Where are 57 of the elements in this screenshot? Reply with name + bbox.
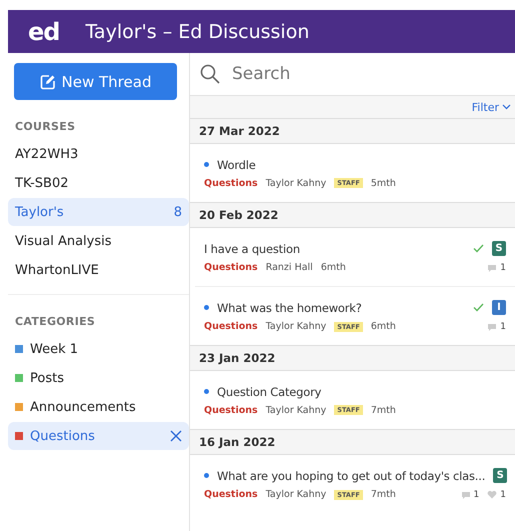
thread-category: Questions	[204, 404, 258, 416]
thread-author: Taylor Kahny	[266, 178, 326, 188]
unread-count: 8	[174, 204, 182, 220]
new-thread-button[interactable]: New Thread	[14, 63, 177, 100]
thread-author: Ranzi Hall	[266, 262, 313, 273]
thread-time: 6mth	[320, 262, 346, 273]
course-item[interactable]: WhartonLIVE	[8, 256, 189, 284]
thread-time: 7mth	[370, 489, 396, 500]
heart-icon	[487, 490, 498, 499]
logo[interactable]: ed	[8, 18, 86, 46]
thread-title: What are you hoping to get out of today's clas...	[217, 468, 486, 482]
comment-count: 1	[500, 322, 506, 332]
search-icon	[200, 64, 220, 84]
thread-title: I have a question	[204, 242, 301, 256]
course-item[interactable]: AY22WH3	[8, 140, 189, 168]
close-icon[interactable]	[170, 430, 182, 442]
like-count: 1	[500, 490, 506, 500]
thread-title: What was the homework?	[217, 300, 363, 314]
thread-item[interactable]: I have a question S Questions Ranzi Hall 6mth 1	[190, 228, 515, 286]
avatar-badge: S	[492, 241, 506, 256]
thread-category: Questions	[204, 262, 258, 273]
thread-title: Wordle	[217, 158, 257, 172]
thread-author: Taylor Kahny	[266, 321, 326, 332]
thread-time: 7mth	[370, 404, 396, 416]
course-item[interactable]: TK-SB02	[8, 169, 189, 197]
comment-icon	[460, 490, 471, 498]
thread-time: 5mth	[370, 178, 396, 188]
date-header: 16 Jan 2022	[190, 429, 515, 455]
comment-count: 1	[500, 262, 506, 272]
date-header: 27 Mar 2022	[190, 118, 515, 144]
date-header: 23 Jan 2022	[190, 345, 515, 371]
thread-category: Questions	[204, 321, 258, 332]
category-item[interactable]: Week 1	[8, 335, 189, 363]
avatar-badge: I	[492, 300, 506, 315]
avatar-badge: S	[493, 468, 508, 483]
page-title: Taylor's – Ed Discussion	[85, 20, 310, 42]
date-header: 20 Feb 2022	[190, 202, 515, 228]
category-item[interactable]: Questions	[8, 422, 189, 450]
section-heading: CATEGORIES	[14, 314, 96, 330]
thread-title: Question Category	[217, 384, 322, 398]
course-item[interactable]: Taylor's 8	[8, 198, 189, 226]
section-heading: COURSES	[14, 119, 76, 135]
thread-category: Questions	[204, 489, 258, 500]
thread-author: Taylor Kahny	[266, 404, 326, 416]
course-item[interactable]: Visual Analysis	[8, 227, 189, 255]
thread-author: Taylor Kahny	[266, 489, 326, 500]
category-item[interactable]: Announcements	[8, 393, 189, 421]
thread-category: Questions	[204, 178, 258, 188]
search-field[interactable]: Search	[230, 63, 434, 85]
comment-icon	[487, 322, 498, 330]
chevron-down-icon	[502, 104, 511, 110]
edit-icon	[40, 74, 56, 90]
thread-time: 6mth	[370, 321, 396, 332]
comment-icon	[487, 264, 498, 272]
comment-count: 1	[474, 490, 480, 500]
filter-dropdown[interactable]: Filter	[472, 100, 511, 114]
category-item[interactable]: Posts	[8, 364, 189, 392]
